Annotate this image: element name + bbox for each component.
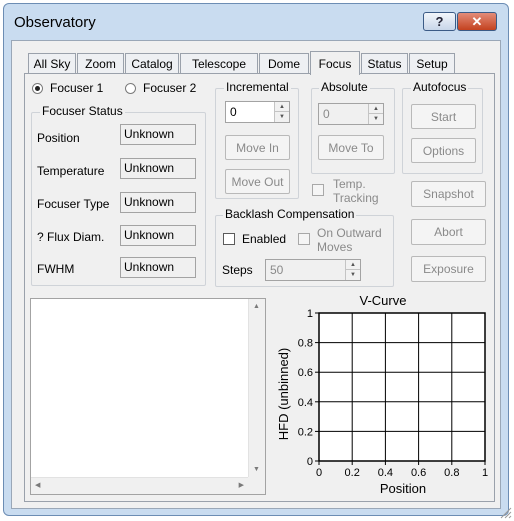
- spin-down-icon[interactable]: ▼: [346, 270, 360, 280]
- x-axis-label: Position: [380, 481, 426, 496]
- y-tick-label: 0.8: [298, 338, 313, 350]
- close-button[interactable]: ✕: [457, 12, 497, 31]
- on-outward-label-2: Moves: [317, 240, 353, 254]
- on-outward-checkbox[interactable]: [298, 233, 310, 245]
- flux-diam-value: Unknown: [120, 225, 196, 246]
- tab-focus[interactable]: Focus: [310, 51, 360, 75]
- tab-catalog[interactable]: Catalog: [125, 53, 179, 73]
- on-outward-label-1: On Outward: [317, 226, 382, 240]
- absolute-group: [311, 88, 395, 174]
- autofocus-title: Autofocus: [411, 80, 469, 94]
- steps-spin-buttons[interactable]: ▲ ▼: [345, 260, 360, 280]
- spin-up-icon[interactable]: ▲: [275, 102, 289, 112]
- focuser1-label: Focuser 1: [50, 81, 104, 95]
- y-tick-label: 0.6: [298, 367, 313, 379]
- flux-diam-label: ? Flux Diam.: [37, 230, 105, 244]
- exposure-button[interactable]: Exposure: [411, 256, 486, 282]
- scroll-corner: [248, 477, 265, 494]
- absolute-value: 0: [323, 107, 330, 121]
- position-value: Unknown: [120, 124, 196, 145]
- abort-button[interactable]: Abort: [411, 219, 486, 245]
- backlash-enabled-checkbox[interactable]: [223, 233, 235, 245]
- question-mark-icon: ?: [435, 14, 444, 29]
- temp-tracking-label-1: Temp.: [333, 177, 366, 191]
- move-out-button[interactable]: Move Out: [225, 169, 290, 194]
- x-tick-label: 1: [482, 467, 488, 479]
- steps-spinner[interactable]: 50 ▲ ▼: [265, 259, 361, 281]
- fwhm-label: FWHM: [37, 262, 75, 276]
- log-listbox[interactable]: ▲ ▼ ◀ ▶: [30, 298, 266, 495]
- x-tick-label: 0.8: [444, 467, 459, 479]
- vertical-scrollbar[interactable]: ▲ ▼: [248, 299, 265, 477]
- chart-title: V-Curve: [360, 293, 407, 308]
- y-tick-label: 1: [307, 308, 313, 320]
- incremental-spinner[interactable]: 0 ▲ ▼: [225, 101, 290, 123]
- incremental-spin-buttons[interactable]: ▲ ▼: [274, 102, 289, 122]
- tab-all-sky[interactable]: All Sky: [28, 53, 76, 73]
- spin-up-icon[interactable]: ▲: [346, 260, 360, 270]
- position-label: Position: [37, 131, 80, 145]
- temp-tracking-label-2: Tracking: [333, 191, 379, 205]
- temperature-value: Unknown: [120, 158, 196, 179]
- x-tick-label: 0: [316, 467, 322, 479]
- temperature-label: Temperature: [37, 164, 105, 178]
- v-curve-chart: V-Curve 0 0.2 0.4 0.6 0.8 1 0 0.2 0.4 0.6 0.8 1 Pos…: [276, 293, 488, 496]
- tab-telescope[interactable]: Telescope: [180, 53, 258, 73]
- move-in-button[interactable]: Move In: [225, 135, 290, 160]
- spin-down-icon[interactable]: ▼: [275, 112, 289, 122]
- tab-status[interactable]: Status: [361, 53, 408, 73]
- y-tick-label: 0: [307, 456, 313, 468]
- steps-label: Steps: [222, 263, 253, 277]
- absolute-title: Absolute: [319, 80, 370, 94]
- window-title: Observatory: [14, 14, 96, 31]
- snapshot-button[interactable]: Snapshot: [411, 181, 486, 207]
- fwhm-value: Unknown: [120, 257, 196, 278]
- scroll-right-icon[interactable]: ▶: [239, 481, 244, 489]
- y-axis-label: HFD (unbinned): [276, 348, 291, 441]
- focuser-type-value: Unknown: [120, 192, 196, 213]
- tab-zoom[interactable]: Zoom: [77, 53, 124, 73]
- focuser1-radio[interactable]: [32, 83, 43, 94]
- focuser2-label: Focuser 2: [143, 81, 197, 95]
- x-tick-label: 0.6: [411, 467, 426, 479]
- close-x-icon: ✕: [471, 13, 483, 29]
- backlash-title: Backlash Compensation: [223, 207, 357, 221]
- steps-value: 50: [270, 263, 284, 277]
- incremental-title: Incremental: [224, 80, 291, 94]
- absolute-spinner[interactable]: 0 ▲ ▼: [318, 103, 384, 125]
- tab-setup[interactable]: Setup: [409, 53, 455, 73]
- temp-tracking-checkbox[interactable]: [312, 184, 324, 196]
- plot-area: [318, 312, 486, 462]
- scroll-down-icon[interactable]: ▼: [253, 466, 260, 473]
- x-tick-label: 0.4: [378, 467, 393, 479]
- help-button[interactable]: ?: [423, 12, 456, 31]
- y-tick-label: 0.2: [298, 426, 313, 438]
- backlash-enabled-label: Enabled: [242, 232, 287, 246]
- resize-grip-icon[interactable]: [498, 505, 512, 519]
- spin-down-icon[interactable]: ▼: [369, 114, 383, 124]
- horizontal-scrollbar[interactable]: ◀ ▶: [31, 477, 248, 494]
- absolute-spin-buttons[interactable]: ▲ ▼: [368, 104, 383, 124]
- spin-up-icon[interactable]: ▲: [369, 104, 383, 114]
- scroll-left-icon[interactable]: ◀: [35, 481, 40, 489]
- x-tick-label: 0.2: [345, 467, 360, 479]
- incremental-value: 0: [230, 105, 237, 119]
- autofocus-start-button[interactable]: Start: [411, 104, 476, 129]
- scroll-up-icon[interactable]: ▲: [253, 303, 260, 310]
- y-tick-label: 0.4: [298, 397, 313, 409]
- focuser-type-label: Focuser Type: [37, 197, 110, 211]
- focuser-status-title: Focuser Status: [40, 104, 125, 118]
- autofocus-options-button[interactable]: Options: [411, 138, 476, 163]
- tab-dome[interactable]: Dome: [259, 53, 309, 73]
- move-to-button[interactable]: Move To: [318, 135, 384, 160]
- focuser2-radio[interactable]: [125, 83, 136, 94]
